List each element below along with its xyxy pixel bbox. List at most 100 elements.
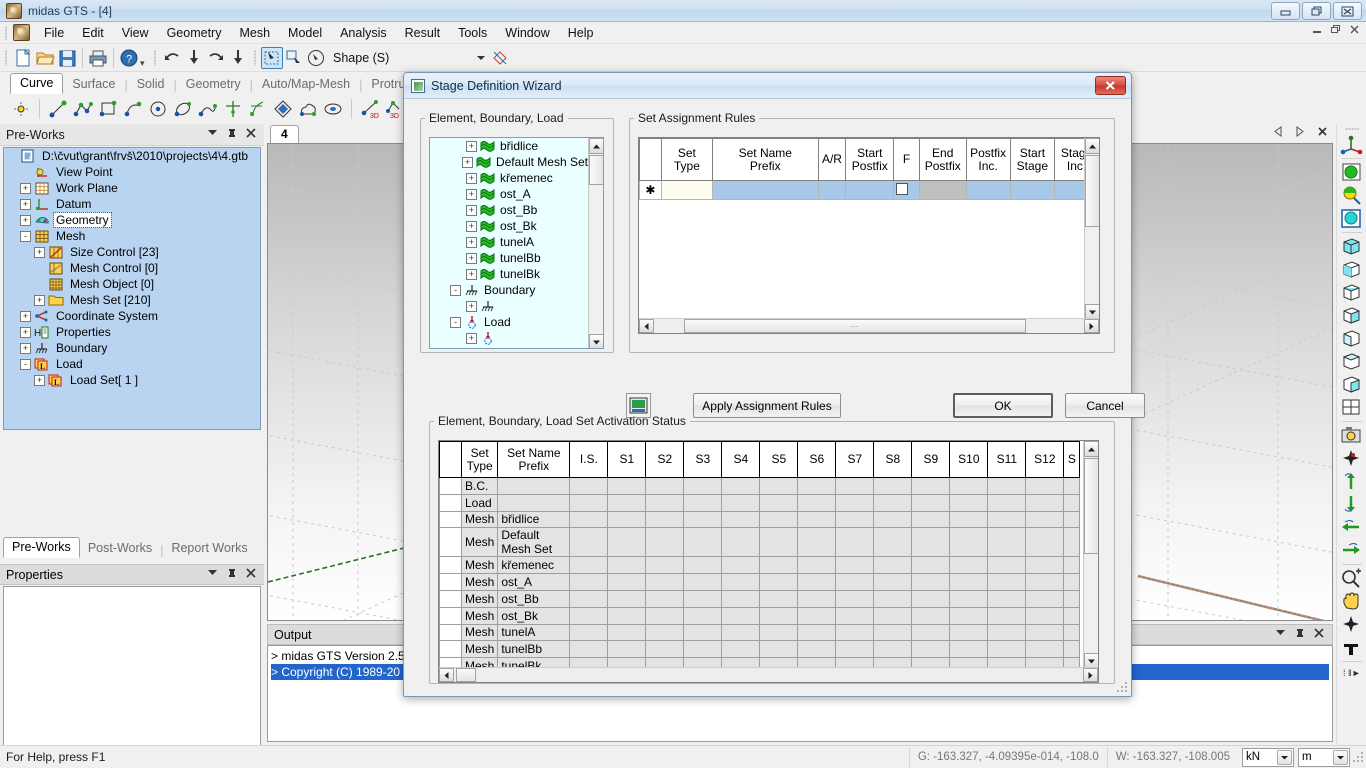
circle-icon[interactable] — [147, 98, 169, 120]
cell-stage-status[interactable] — [759, 573, 799, 591]
arc-icon[interactable] — [122, 98, 144, 120]
new-row-marker[interactable]: ✱ — [639, 180, 662, 200]
cell-stage-status[interactable] — [987, 556, 1027, 575]
cell-stage-status[interactable] — [873, 477, 913, 495]
open-folder-icon[interactable] — [34, 47, 56, 69]
cloud-curve-icon[interactable] — [297, 98, 319, 120]
rotate-down-icon[interactable] — [1339, 493, 1365, 516]
cell-stage-status[interactable] — [835, 493, 875, 512]
cell-stage-status[interactable] — [1063, 640, 1081, 659]
toolbar-grip-3[interactable] — [251, 47, 259, 69]
cell-stage-status[interactable] — [721, 510, 761, 529]
cell-stage-status[interactable] — [1025, 556, 1065, 575]
cell-stage-status[interactable] — [873, 640, 913, 659]
rules-column-header[interactable]: Set Name Prefix — [712, 138, 819, 181]
tab-pre-works[interactable]: Pre-Works — [3, 537, 80, 558]
tab-solid[interactable]: Solid — [128, 75, 174, 94]
cell-set-name-prefix[interactable]: křemenec — [497, 556, 571, 575]
tree-item-work-plane[interactable]: + Work Plane — [4, 180, 260, 196]
rules-column-header[interactable]: Start Postfix — [845, 138, 895, 181]
dialog-tree-item-tunelbb[interactable]: + tunelBb — [430, 250, 588, 266]
tab-curve[interactable]: Curve — [10, 73, 64, 94]
cell-stage-status[interactable] — [873, 606, 913, 625]
expand-toggle-icon[interactable]: + — [34, 374, 45, 386]
tree-item-load[interactable]: - L Load — [4, 356, 260, 372]
expand-toggle-icon[interactable]: + — [34, 294, 45, 306]
status-column-header[interactable]: Set Type — [460, 441, 499, 478]
expand-toggle-icon[interactable]: + — [466, 204, 477, 216]
cell-stage-status[interactable] — [987, 510, 1027, 529]
offset-curve-icon[interactable] — [247, 98, 269, 120]
next-triangle-icon[interactable] — [1295, 126, 1305, 140]
rules-column-header[interactable]: A/R — [817, 138, 847, 181]
rules-cell[interactable] — [817, 180, 847, 200]
cell-stage-status[interactable] — [873, 623, 913, 642]
dialog-tree-item-ost_a[interactable]: + ost_A — [430, 186, 588, 202]
cell-stage-status[interactable] — [645, 527, 685, 558]
status-column-header[interactable]: S4 — [721, 441, 761, 478]
tab-surface[interactable]: Surface — [63, 75, 124, 94]
cell-stage-status[interactable] — [949, 493, 989, 512]
status-column-header[interactable]: S11 — [987, 441, 1027, 478]
dialog-tree-item-node[interactable]: + — [430, 330, 588, 346]
cell-stage-status[interactable] — [645, 493, 685, 512]
mdi-minimize-button[interactable] — [1312, 24, 1323, 38]
cell-stage-status[interactable] — [607, 640, 647, 659]
polyline-icon[interactable] — [72, 98, 94, 120]
scroll-up-icon[interactable] — [589, 138, 603, 154]
row-selector-cell[interactable] — [439, 493, 462, 512]
cell-stage-status[interactable] — [949, 556, 989, 575]
row-selector-cell[interactable] — [439, 556, 462, 575]
rotate-icon[interactable] — [1339, 613, 1365, 636]
cell-stage-status[interactable] — [835, 589, 875, 608]
zoom-in-icon[interactable] — [1339, 567, 1365, 590]
rules-cell[interactable] — [1009, 180, 1056, 200]
cell-stage-status[interactable] — [721, 477, 761, 495]
cell-set-name-prefix[interactable]: ost_Bb — [497, 589, 571, 608]
line-3d-icon[interactable]: 3D — [359, 98, 381, 120]
cell-stage-status[interactable] — [759, 640, 799, 659]
cell-stage-status[interactable] — [873, 493, 913, 512]
dialog-tree-item-tunelbk[interactable]: + tunelBk — [430, 266, 588, 282]
cell-stage-status[interactable] — [1025, 640, 1065, 659]
dialog-tree-item-boundary[interactable]: - Boundary — [430, 282, 588, 298]
activation-status-grid[interactable]: Set Type Set Name Prefix I.S. S1 S2 S3 S4 S5 S6 S7 S… — [438, 440, 1099, 683]
cell-stage-status[interactable] — [987, 640, 1027, 659]
table-row[interactable]: Mesh ost_Bb — [439, 589, 1081, 608]
tree-item-boundary[interactable]: + Boundary — [4, 340, 260, 356]
properties-panel-body[interactable] — [3, 586, 261, 768]
left-view-icon[interactable] — [1339, 327, 1365, 350]
cell-stage-status[interactable] — [835, 510, 875, 529]
row-selector-cell[interactable] — [439, 606, 462, 625]
scroll-up-icon[interactable] — [1085, 138, 1099, 154]
tab-report-works[interactable]: Report Works — [163, 539, 255, 558]
tree-item-properties[interactable]: + H Properties — [4, 324, 260, 340]
status-column-header[interactable]: S12 — [1025, 441, 1065, 478]
scroll-track[interactable] — [454, 668, 1083, 682]
menu-item-edit[interactable]: Edit — [73, 24, 113, 42]
cell-stage-status[interactable] — [797, 573, 837, 591]
ellipse-icon[interactable] — [172, 98, 194, 120]
undo-down-icon[interactable] — [183, 47, 205, 69]
cell-stage-status[interactable] — [683, 477, 723, 495]
rules-column-header[interactable]: End Postfix — [918, 138, 967, 181]
rotate-right-icon[interactable] — [1339, 539, 1365, 562]
close-icon[interactable] — [246, 127, 256, 142]
length-unit-select[interactable]: m — [1298, 747, 1350, 767]
cell-stage-status[interactable] — [607, 556, 647, 575]
tree-item-mesh-object-0[interactable]: Mesh Object [0] — [4, 276, 260, 292]
axis-triad-icon[interactable] — [1339, 133, 1365, 156]
force-unit-select[interactable]: kN — [1242, 747, 1294, 767]
cell-stage-status[interactable] — [873, 589, 913, 608]
cell-set-name-prefix[interactable]: ost_A — [497, 573, 571, 591]
cell-stage-status[interactable] — [987, 527, 1027, 558]
cell-stage-status[interactable] — [721, 623, 761, 642]
expand-toggle-icon[interactable]: + — [20, 182, 31, 194]
ellipse-fill-icon[interactable] — [322, 98, 344, 120]
table-row[interactable]: Mesh Default Mesh Set — [439, 527, 1081, 558]
chevron-down-icon[interactable] — [207, 128, 218, 142]
dialog-tree[interactable]: + břidlice + Default Mesh Set + křemenec + ost_… — [429, 137, 604, 349]
cell-stage-status[interactable] — [569, 477, 609, 495]
status-column-header[interactable]: S9 — [911, 441, 951, 478]
cell-stage-status[interactable] — [797, 589, 837, 608]
